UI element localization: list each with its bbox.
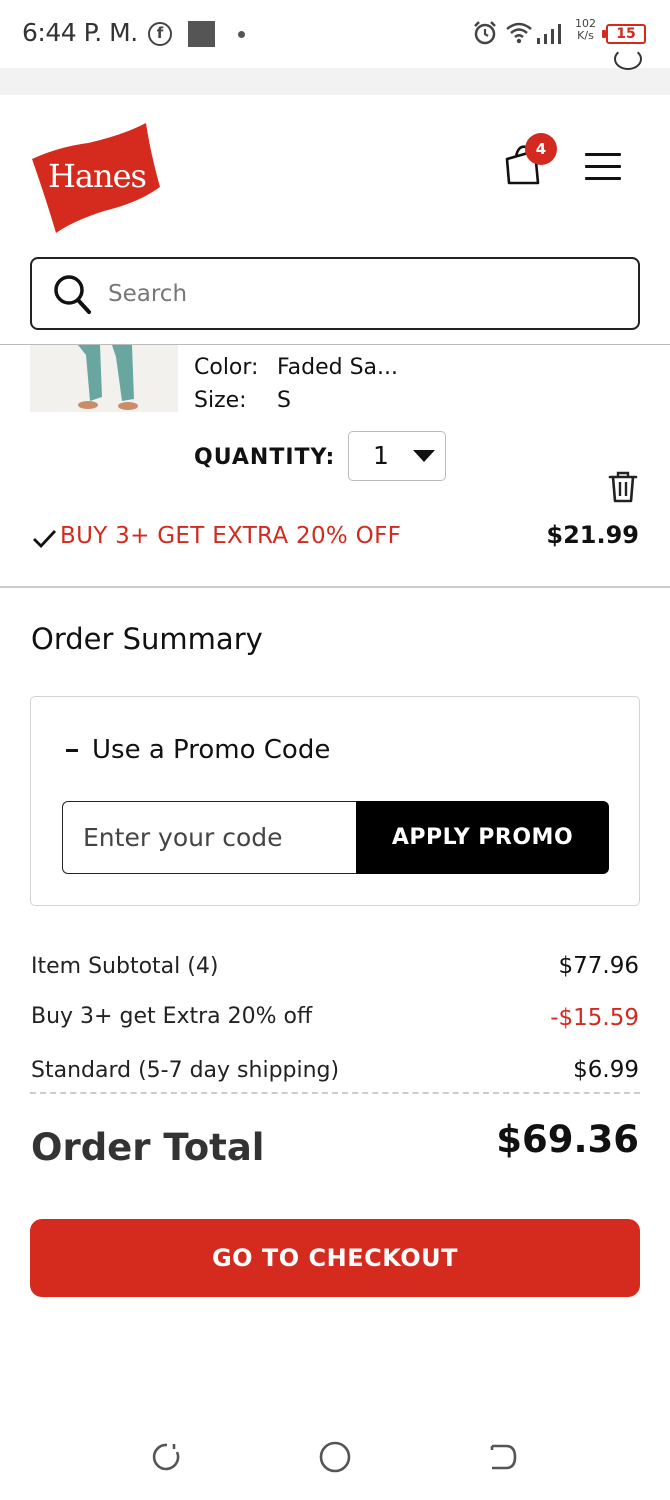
trash-icon[interactable] bbox=[607, 470, 639, 504]
subtotal-label: Item Subtotal (4) bbox=[31, 954, 219, 979]
order-total-value: $69.36 bbox=[496, 1118, 639, 1161]
browser-strip bbox=[0, 68, 670, 95]
cart-count-badge: 4 bbox=[525, 133, 557, 165]
discount-value: -$15.59 bbox=[550, 1005, 639, 1031]
network-speed: 102 K/s bbox=[575, 18, 596, 42]
battery-icon: 15 bbox=[602, 24, 646, 44]
recents-icon[interactable] bbox=[150, 1440, 184, 1474]
status-time: 6:44 P. M. bbox=[22, 18, 138, 47]
product-image[interactable] bbox=[30, 345, 178, 412]
quantity-select[interactable]: 1 bbox=[348, 431, 446, 481]
section-divider bbox=[0, 586, 670, 588]
discount-label: Buy 3+ get Extra 20% off bbox=[31, 1004, 313, 1029]
color-label: Color: bbox=[194, 355, 259, 380]
notification-square-icon bbox=[188, 21, 215, 47]
quantity-label: QUANTITY: bbox=[194, 445, 336, 470]
wifi-icon bbox=[506, 22, 532, 44]
check-icon bbox=[33, 530, 57, 549]
promo-code-input[interactable] bbox=[62, 801, 358, 874]
system-nav-bar bbox=[0, 1410, 670, 1500]
network-speed-unit: K/s bbox=[577, 29, 594, 42]
size-label: Size: bbox=[194, 388, 247, 413]
alarm-icon bbox=[474, 21, 496, 45]
promo-code-toggle[interactable]: Use a Promo Code bbox=[92, 735, 330, 765]
signal-icon bbox=[537, 24, 561, 44]
color-value: Faded Sa... bbox=[277, 355, 398, 380]
search-input[interactable] bbox=[108, 273, 608, 315]
home-icon[interactable] bbox=[318, 1440, 352, 1474]
summary-dashed-divider bbox=[30, 1092, 640, 1094]
partial-icon bbox=[614, 48, 642, 70]
apply-promo-button[interactable]: APPLY PROMO bbox=[356, 801, 609, 874]
promo-code-panel: Use a Promo Code APPLY PROMO bbox=[30, 696, 640, 906]
size-value: S bbox=[277, 388, 291, 413]
shipping-value: $6.99 bbox=[573, 1057, 639, 1083]
item-price: $21.99 bbox=[546, 521, 639, 549]
search-icon[interactable] bbox=[52, 273, 92, 315]
collapse-icon[interactable] bbox=[66, 749, 78, 752]
status-bar: 6:44 P. M. f 102 K/s 15 bbox=[0, 0, 670, 68]
shipping-label: Standard (5-7 day shipping) bbox=[31, 1058, 340, 1083]
search-bar[interactable] bbox=[30, 257, 640, 330]
menu-icon[interactable] bbox=[585, 153, 621, 181]
promo-message: BUY 3+ GET EXTRA 20% OFF bbox=[60, 523, 402, 549]
site-header: Hanes 4 bbox=[0, 95, 670, 345]
checkout-button[interactable]: GO TO CHECKOUT bbox=[30, 1219, 640, 1297]
facebook-icon: f bbox=[148, 22, 172, 46]
subtotal-value: $77.96 bbox=[558, 953, 639, 979]
back-icon[interactable] bbox=[486, 1440, 520, 1474]
order-summary-title: Order Summary bbox=[31, 622, 263, 656]
logo-text: Hanes bbox=[48, 157, 147, 195]
notification-dot-icon bbox=[238, 31, 245, 38]
chevron-down-icon bbox=[413, 450, 435, 462]
order-total-label: Order Total bbox=[31, 1126, 265, 1169]
quantity-value: 1 bbox=[373, 441, 389, 470]
